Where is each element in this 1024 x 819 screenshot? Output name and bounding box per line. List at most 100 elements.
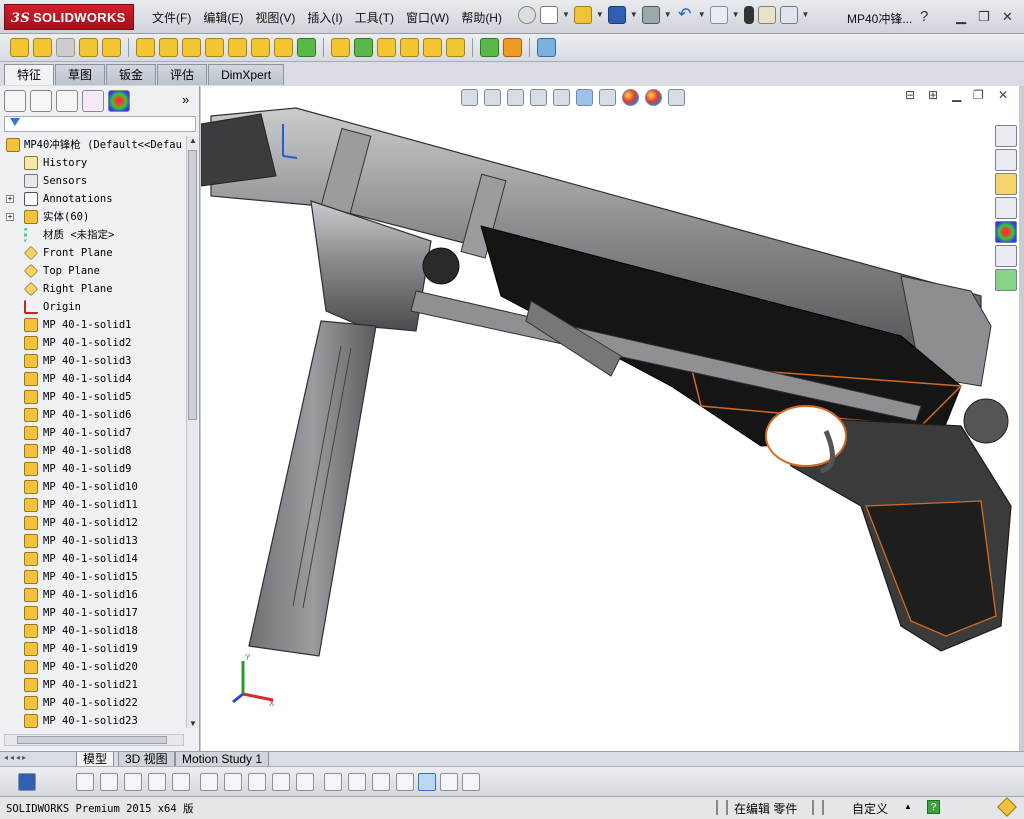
tree-item-sensors[interactable]: Sensors bbox=[4, 172, 186, 190]
tree-item-top-plane[interactable]: Top Plane bbox=[4, 262, 186, 280]
extend-tool-icon[interactable] bbox=[172, 773, 190, 791]
minimize-icon[interactable]: ▁ bbox=[956, 9, 966, 25]
close-icon[interactable]: ✕ bbox=[1002, 9, 1013, 25]
file-properties-icon[interactable] bbox=[757, 6, 776, 24]
tree-item-solid-body[interactable]: MP 40-1-solid19 bbox=[4, 640, 186, 658]
open-folder-icon[interactable] bbox=[573, 6, 592, 24]
expand-plus-icon[interactable]: + bbox=[6, 195, 14, 203]
save-icon[interactable] bbox=[18, 773, 36, 791]
scrollbar-thumb[interactable] bbox=[188, 150, 197, 420]
angle-icon[interactable] bbox=[372, 773, 390, 791]
tree-item-history[interactable]: History bbox=[4, 154, 186, 172]
tree-item-solid-body[interactable]: MP 40-1-solid21 bbox=[4, 676, 186, 694]
tree-item-right-plane[interactable]: Right Plane bbox=[4, 280, 186, 298]
rebuild-traffic-light-icon[interactable] bbox=[743, 6, 754, 24]
reference-geometry-icon[interactable] bbox=[480, 38, 499, 57]
print-icon[interactable] bbox=[641, 6, 660, 24]
restore-icon[interactable]: ❐ bbox=[978, 9, 990, 25]
tree-item-solid-body[interactable]: MP 40-1-solid22 bbox=[4, 694, 186, 712]
tree-item-solid-body[interactable]: MP 40-1-solid8 bbox=[4, 442, 186, 460]
extruded-cut-icon[interactable] bbox=[136, 38, 155, 57]
linear-pattern-icon[interactable] bbox=[297, 38, 316, 57]
unit-system-selector[interactable]: 自定义 bbox=[852, 800, 888, 817]
tree-item-solid-body[interactable]: MP 40-1-solid10 bbox=[4, 478, 186, 496]
tree-item-solid-body[interactable]: MP 40-1-solid5 bbox=[4, 388, 186, 406]
tree-item-solid-body[interactable]: MP 40-1-solid9 bbox=[4, 460, 186, 478]
tab-3d-views[interactable]: 3D 视图 bbox=[118, 752, 175, 767]
tree-item-solid-body[interactable]: MP 40-1-solid1 bbox=[4, 316, 186, 334]
revolved-boss-icon[interactable] bbox=[33, 38, 52, 57]
tree-item-solid-body[interactable]: MP 40-1-solid18 bbox=[4, 622, 186, 640]
tab-sketch[interactable]: 草图 bbox=[55, 64, 106, 85]
offset-entities-icon[interactable] bbox=[248, 773, 266, 791]
revolved-cut-icon[interactable] bbox=[182, 38, 201, 57]
tab-motion-study[interactable]: Motion Study 1 bbox=[175, 752, 270, 767]
chevron-down-icon[interactable]: ▼ bbox=[698, 6, 706, 24]
chevron-down-icon[interactable]: ▼ bbox=[596, 6, 604, 24]
fillet-sketch-icon[interactable] bbox=[200, 773, 218, 791]
table-icon[interactable] bbox=[462, 773, 480, 791]
cube-view-icon[interactable] bbox=[396, 773, 414, 791]
design-library-icon[interactable] bbox=[995, 149, 1017, 171]
solidworks-resources-icon[interactable] bbox=[995, 269, 1017, 291]
tree-item-solid-body[interactable]: MP 40-1-solid6 bbox=[4, 406, 186, 424]
tree-item-solid-body[interactable]: MP 40-1-solid2 bbox=[4, 334, 186, 352]
centerline-icon[interactable] bbox=[296, 773, 314, 791]
display-manager-tab-icon[interactable] bbox=[108, 90, 130, 112]
mp40-model[interactable]: Y X bbox=[201, 86, 1019, 751]
tree-item-solid-body[interactable]: MP 40-1-solid23 bbox=[4, 712, 186, 728]
extruded-boss-icon[interactable] bbox=[10, 38, 29, 57]
tree-item-solid-body[interactable]: MP 40-1-solid17 bbox=[4, 604, 186, 622]
tree-item-front-plane[interactable]: Front Plane bbox=[4, 244, 186, 262]
scroll-down-icon[interactable]: ▼ bbox=[189, 719, 197, 728]
menu-tools[interactable]: 工具(T) bbox=[355, 9, 394, 26]
boundary-cut-icon[interactable] bbox=[251, 38, 270, 57]
tree-item-solid-body[interactable]: MP 40-1-solid4 bbox=[4, 370, 186, 388]
scrollbar-thumb[interactable] bbox=[17, 736, 167, 744]
feature-tree-tab-icon[interactable] bbox=[4, 90, 26, 112]
view-palette-icon[interactable] bbox=[995, 197, 1017, 219]
undo-icon[interactable]: ↶ bbox=[676, 6, 694, 24]
save-icon[interactable] bbox=[607, 6, 626, 24]
chamfer-sketch-icon[interactable] bbox=[224, 773, 242, 791]
dimxpert-manager-tab-icon[interactable] bbox=[82, 90, 104, 112]
menu-view[interactable]: 视图(V) bbox=[255, 9, 295, 26]
tab-model[interactable]: 模型 bbox=[76, 752, 115, 767]
select-arrow-icon[interactable] bbox=[709, 6, 728, 24]
expand-plus-icon[interactable]: + bbox=[6, 213, 14, 221]
intersect-icon[interactable] bbox=[423, 38, 442, 57]
tree-item-solid-bodies[interactable]: + 实体(60) bbox=[4, 208, 186, 226]
hole-wizard-icon[interactable] bbox=[159, 38, 178, 57]
smart-dimension-icon[interactable] bbox=[324, 773, 342, 791]
tab-evaluate[interactable]: 评估 bbox=[157, 64, 208, 85]
graphics-viewport[interactable]: ⊟ ⊞ ▁ ❐ ✕ Y X bbox=[201, 86, 1019, 751]
property-manager-tab-icon[interactable] bbox=[30, 90, 52, 112]
pin-icon[interactable] bbox=[518, 6, 536, 24]
units-up-arrow-icon[interactable]: ▲ bbox=[904, 802, 912, 811]
shaded-display-icon[interactable] bbox=[418, 773, 436, 791]
tree-item-solid-body[interactable]: MP 40-1-solid13 bbox=[4, 532, 186, 550]
swept-cut-icon[interactable] bbox=[205, 38, 224, 57]
file-explorer-icon[interactable] bbox=[995, 173, 1017, 195]
tree-horizontal-scrollbar[interactable] bbox=[4, 734, 184, 746]
wrap-icon[interactable] bbox=[400, 38, 419, 57]
menu-file[interactable]: 文件(F) bbox=[152, 9, 191, 26]
home-icon[interactable] bbox=[995, 125, 1017, 147]
swept-boss-icon[interactable] bbox=[56, 38, 75, 57]
tree-item-solid-body[interactable]: MP 40-1-solid15 bbox=[4, 568, 186, 586]
tree-item-solid-body[interactable]: MP 40-1-solid11 bbox=[4, 496, 186, 514]
tree-item-origin[interactable]: Origin bbox=[4, 298, 186, 316]
tree-item-solid-body[interactable]: MP 40-1-solid12 bbox=[4, 514, 186, 532]
chevron-down-icon[interactable]: ▼ bbox=[802, 6, 810, 24]
tree-item-solid-body[interactable]: MP 40-1-solid16 bbox=[4, 586, 186, 604]
more-tabs-icon[interactable]: » bbox=[182, 92, 189, 107]
custom-properties-icon[interactable] bbox=[995, 245, 1017, 267]
help-question-icon[interactable]: ? bbox=[920, 8, 928, 25]
new-document-icon[interactable] bbox=[540, 6, 558, 24]
quick-tips-help-icon[interactable]: ? bbox=[927, 800, 940, 814]
lights-cameras-icon[interactable] bbox=[440, 773, 458, 791]
corner-rectangle-icon[interactable] bbox=[272, 773, 290, 791]
scroll-up-icon[interactable]: ▲ bbox=[189, 136, 197, 145]
chevron-down-icon[interactable]: ▼ bbox=[664, 6, 672, 24]
lofted-boss-icon[interactable] bbox=[79, 38, 98, 57]
